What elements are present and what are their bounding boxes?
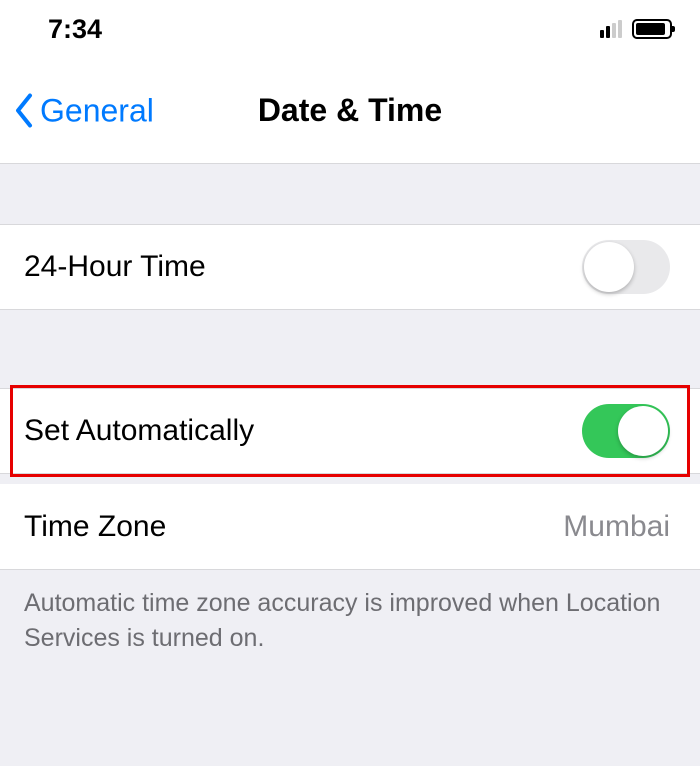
battery-icon <box>632 19 672 39</box>
section-spacer <box>0 164 700 224</box>
row-label: Time Zone <box>24 510 166 544</box>
row-label: Set Automatically <box>24 414 254 448</box>
status-icons <box>600 19 672 39</box>
toggle-24-hour-time[interactable] <box>582 240 670 294</box>
cellular-signal-icon <box>600 20 622 38</box>
chevron-left-icon <box>14 94 34 128</box>
footer-note: Automatic time zone accuracy is improved… <box>0 570 700 672</box>
section-spacer <box>0 310 700 388</box>
status-time: 7:34 <box>48 14 102 45</box>
status-bar: 7:34 <box>0 0 700 58</box>
toggle-set-automatically[interactable] <box>582 404 670 458</box>
row-value: Mumbai <box>563 510 670 544</box>
back-button[interactable]: General <box>14 92 154 129</box>
row-time-zone[interactable]: Time Zone Mumbai <box>0 484 700 570</box>
row-set-automatically-wrapper: Set Automatically <box>0 388 700 474</box>
navigation-bar: General Date & Time <box>0 58 700 164</box>
row-label: 24-Hour Time <box>24 250 206 284</box>
row-24-hour-time[interactable]: 24-Hour Time <box>0 224 700 310</box>
row-set-automatically[interactable]: Set Automatically <box>0 388 700 474</box>
back-button-label: General <box>40 92 154 129</box>
